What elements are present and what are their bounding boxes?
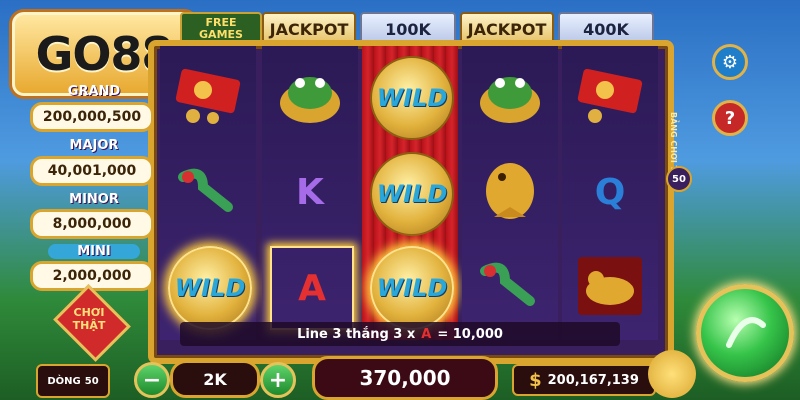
reel-2: K A [262,46,358,340]
gold-toad-icon [270,56,350,136]
reel-4 [462,46,558,340]
grand-value: 200,000,500 [30,102,154,132]
minor-label: MINOR [69,192,119,207]
balance-value: 200,167,139 [547,372,639,388]
gold-carp-icon [470,152,550,232]
question-icon: ? [724,107,736,129]
dollar-icon: $ [529,369,542,391]
bang-choi-thu-label: BẢNG CHƠI THỬ [669,112,678,185]
reel-3: WILD WILD WILD [362,46,458,340]
wild-symbol: WILD [370,56,454,140]
mini-value: 2,000,000 [30,261,154,291]
dong-value: 50 [84,375,99,387]
letter-q-symbol: Q [594,171,626,213]
plus-icon: + [268,367,288,393]
red-envelope-icon [168,56,248,136]
reel-5: Q [562,46,658,340]
mini-label: MINI [48,244,140,259]
reel-1: WILD [160,46,256,340]
side-count-badge: 50 [666,166,692,192]
dong-label: DÒNG [47,375,81,387]
line-win-info: Line 3 thắng 3 x A = 10,000 [180,322,620,346]
gear-icon: ⚙ [721,51,739,73]
wild-symbol: WILD [370,152,454,236]
gold-flower-icon [648,350,696,398]
bet-value: 2K [170,360,260,398]
balance-display: $ 200,167,139 [512,364,656,396]
jade-ruyi-icon [470,246,550,326]
help-button[interactable]: ? [712,100,748,136]
gold-toad-icon [470,56,550,136]
spin-button[interactable] [696,284,794,382]
minor-value: 8,000,000 [30,209,154,239]
major-label: MAJOR [69,138,119,153]
letter-k-symbol: K [296,171,324,213]
letter-a-mini-icon: A [421,326,432,342]
red-envelope-icon [570,56,650,136]
line-win-text: Line 3 thắng 3 x [297,326,416,342]
settings-button[interactable]: ⚙ [712,44,748,80]
minus-icon: − [142,367,162,393]
increase-bet-button[interactable]: + [260,362,296,398]
choi-that-button[interactable]: CHƠI THẬT [58,306,120,332]
decrease-bet-button[interactable]: − [134,362,170,398]
wild-symbol: WILD [370,246,454,330]
spin-arrow-icon [726,317,766,348]
major-value: 40,001,000 [30,156,154,186]
total-bet: 370,000 [312,356,498,400]
jade-ruyi-icon [168,152,248,232]
lines-selector[interactable]: DÒNG 50 [36,364,110,398]
letter-a-symbol: A [270,246,354,330]
line-win-amount: = 10,000 [437,326,503,342]
gold-ox-icon [570,246,650,326]
wild-symbol: WILD [168,246,252,330]
grand-label: GRAND [67,84,121,99]
